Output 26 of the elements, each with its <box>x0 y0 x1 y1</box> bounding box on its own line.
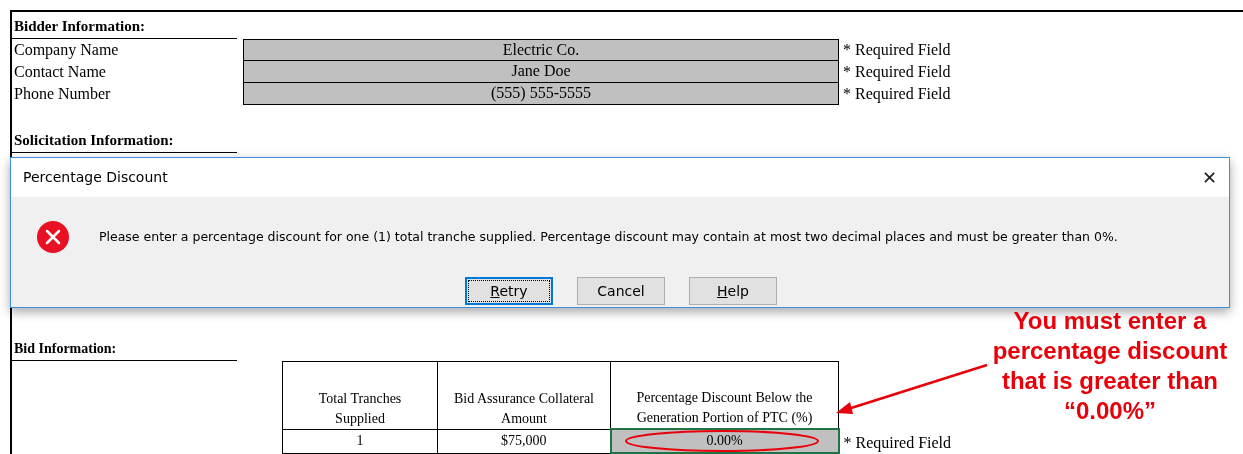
input-field[interactable]: Jane Doe <box>243 61 839 83</box>
section-heading: Bid Information: <box>14 340 117 356</box>
column-header: Total Tranches Supplied <box>317 389 403 428</box>
required-note: * Required Field <box>843 40 951 61</box>
input-field[interactable]: (555) 555-5555 <box>243 83 839 105</box>
field-label: Company Name <box>13 40 120 61</box>
section-heading: Solicitation Information: <box>14 132 174 148</box>
required-note: * Required Field <box>843 62 951 83</box>
error-icon <box>37 221 69 253</box>
column-header: Bid Assurance Collateral Amount <box>454 389 594 428</box>
dialog-button[interactable]: Help <box>689 277 777 305</box>
field-label: Phone Number <box>13 84 112 104</box>
column-header: Percentage Discount Below the Generation Portion of PTC (%) <box>635 389 814 427</box>
dialog-button[interactable]: Retry <box>465 277 553 305</box>
section-heading: Bidder Information: <box>14 18 145 34</box>
dialog-message: Please enter a percentage discount for one (1) total tranche supplied. Percentage discount may contain at most two decimal places and must be greater than 0%. <box>99 227 1118 246</box>
callout-text: You must enter a percentage discount that is greater than “0.00%” <box>991 306 1229 426</box>
close-button[interactable]: ✕ <box>1201 164 1217 191</box>
field-label: Contact Name <box>13 62 107 82</box>
dialog-title: Percentage Discount <box>23 168 168 187</box>
required-note: * Required Field <box>843 433 952 454</box>
table-cell[interactable]: 0.00% <box>610 429 839 453</box>
required-note: * Required Field <box>843 84 951 105</box>
dialog-button[interactable]: Cancel <box>577 277 665 305</box>
input-field[interactable]: Electric Co. <box>243 39 839 61</box>
table-cell: 1 <box>282 429 438 453</box>
